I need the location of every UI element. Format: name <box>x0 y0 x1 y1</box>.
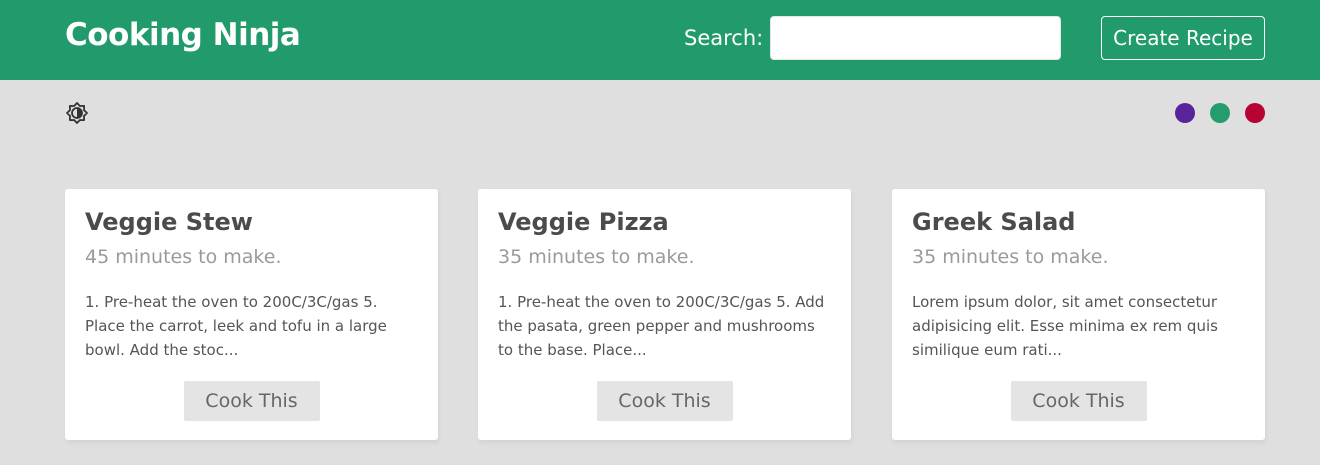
recipe-card: Veggie Pizza 35 minutes to make. 1. Pre-… <box>478 189 851 440</box>
search-label: Search: <box>684 26 764 50</box>
recipe-snippet: Lorem ipsum dolor, sit amet consectetur … <box>912 293 1218 359</box>
recipe-title: Greek Salad <box>912 208 1076 236</box>
recipe-card: Veggie Stew 45 minutes to make. 1. Pre-h… <box>65 189 438 440</box>
brand-logo[interactable]: Cooking Ninja <box>65 17 301 53</box>
recipe-title: Veggie Pizza <box>498 208 669 236</box>
cook-this-button[interactable]: Cook This <box>1010 381 1147 421</box>
recipe-time: 45 minutes to make. <box>85 246 282 268</box>
cook-this-button[interactable]: Cook This <box>183 381 320 421</box>
recipe-title: Veggie Stew <box>85 208 253 236</box>
theme-color-red[interactable] <box>1245 103 1265 123</box>
recipe-card: Greek Salad 35 minutes to make. Lorem ip… <box>892 189 1265 440</box>
recipe-snippet: 1. Pre-heat the oven to 200C/3C/gas 5. P… <box>85 293 387 359</box>
cook-this-button[interactable]: Cook This <box>596 381 733 421</box>
brightness-mode-icon[interactable] <box>65 101 89 125</box>
recipe-time: 35 minutes to make. <box>912 246 1109 268</box>
create-recipe-button[interactable]: Create Recipe <box>1101 16 1265 60</box>
navbar: Cooking Ninja Search: Create Recipe <box>0 0 1320 80</box>
theme-color-purple[interactable] <box>1175 103 1195 123</box>
theme-color-green[interactable] <box>1210 103 1230 123</box>
recipe-time: 35 minutes to make. <box>498 246 695 268</box>
search-input[interactable] <box>770 16 1061 60</box>
recipe-snippet: 1. Pre-heat the oven to 200C/3C/gas 5. A… <box>498 293 825 359</box>
